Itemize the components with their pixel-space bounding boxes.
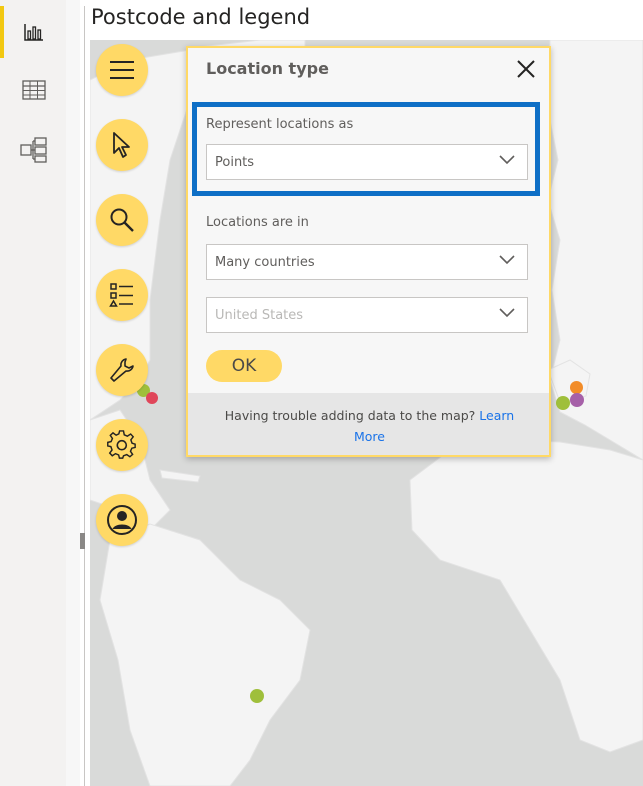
- settings-button[interactable]: [96, 419, 148, 471]
- land-africa: [409, 439, 643, 753]
- tools-button[interactable]: [96, 344, 148, 396]
- learn-more-link-part2[interactable]: More: [354, 429, 385, 444]
- country-value: United States: [215, 307, 304, 323]
- locations-are-in-select[interactable]: Many countries: [206, 244, 528, 280]
- help-message: Having trouble adding data to the map?: [224, 408, 476, 423]
- visual-title: Postcode and legend: [91, 5, 311, 29]
- hamburger-menu-icon: [110, 61, 134, 79]
- dialog-title: Location type: [206, 59, 329, 78]
- chevron-down-icon: [499, 308, 515, 318]
- account-button[interactable]: [96, 494, 148, 546]
- help-text: Having trouble adding data to the map? L…: [202, 405, 537, 447]
- map-point[interactable]: [556, 396, 570, 410]
- locations-are-in-value: Many countries: [215, 254, 315, 270]
- view-switcher-rail: [0, 0, 67, 786]
- wrench-icon: [110, 358, 134, 382]
- table-icon: [22, 80, 46, 100]
- dialog-footer: Having trouble adding data to the map? L…: [188, 393, 549, 455]
- map-point[interactable]: [250, 689, 264, 703]
- pointer-cursor-icon: [113, 132, 130, 158]
- pane-divider: [66, 0, 80, 786]
- legend-button[interactable]: [96, 269, 148, 321]
- land-caribbean: [159, 469, 201, 483]
- locations-are-in-label: Locations are in: [206, 215, 309, 230]
- active-view-indicator: [0, 6, 4, 58]
- learn-more-link-part1[interactable]: Learn: [479, 408, 514, 423]
- close-button[interactable]: [513, 56, 539, 82]
- map-point[interactable]: [570, 393, 584, 407]
- country-select: United States: [206, 297, 528, 333]
- select-button[interactable]: [96, 119, 148, 171]
- report-view-button[interactable]: [8, 10, 60, 54]
- ok-button[interactable]: OK: [206, 350, 282, 382]
- bar-chart-icon: [24, 24, 43, 41]
- chevron-down-icon: [499, 255, 515, 265]
- visual-border: [84, 6, 85, 786]
- data-view-button[interactable]: [8, 68, 60, 112]
- map-point[interactable]: [146, 392, 158, 404]
- model-view-button[interactable]: [8, 128, 60, 172]
- highlight-box: [192, 102, 540, 196]
- legend-list-icon: [109, 283, 133, 307]
- menu-button[interactable]: [96, 44, 148, 96]
- search-icon: [110, 208, 134, 232]
- resize-handle[interactable]: [80, 533, 85, 549]
- model-icon: [20, 137, 47, 163]
- land-south-america: [99, 523, 311, 786]
- close-icon: [517, 60, 535, 78]
- search-button[interactable]: [96, 194, 148, 246]
- gear-icon: [107, 430, 136, 459]
- user-profile-icon: [107, 505, 137, 535]
